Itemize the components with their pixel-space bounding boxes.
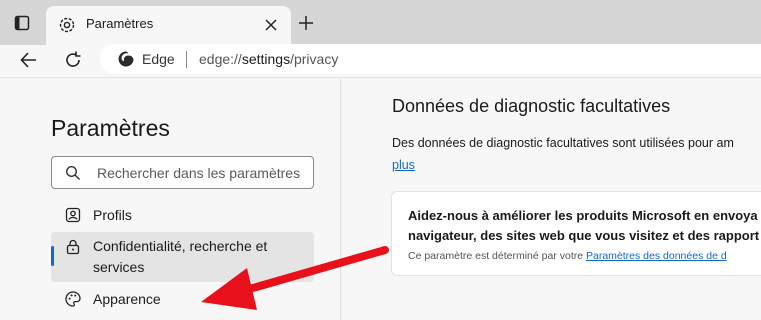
red-arrow-annotation (201, 246, 389, 310)
lock-icon (64, 238, 82, 256)
tab-strip: Paramètres (0, 0, 761, 45)
sidebar-item-profiles[interactable]: Profils (51, 204, 314, 228)
back-arrow-icon[interactable] (18, 49, 40, 71)
address-separator (186, 51, 187, 68)
toolbar: Edge edge://settings/privacy (0, 44, 761, 77)
page-title: Paramètres (51, 115, 170, 141)
search-placeholder: Rechercher dans les paramètres (97, 165, 301, 181)
address-bar[interactable]: Edge edge://settings/privacy (100, 44, 761, 74)
close-icon[interactable] (262, 16, 280, 34)
card-note: Ce paramètre est déterminé par votre Par… (408, 250, 727, 262)
card-title: Aidez-nous à améliorer les produits Micr… (408, 208, 760, 243)
data-settings-link[interactable]: Paramètres des données de d (586, 250, 727, 262)
learn-more-link[interactable]: plus (392, 158, 415, 172)
url-text[interactable]: edge://settings/privacy (199, 51, 338, 67)
profile-icon (64, 206, 82, 224)
sidebar-item-label: Apparence (93, 291, 161, 307)
section-description: Des données de diagnostic facultatives s… (392, 136, 734, 150)
sidebar-item-label: Profils (93, 207, 132, 223)
edge-logo-icon (117, 50, 135, 68)
diagnostic-card: Aidez-nous à améliorer les produits Micr… (391, 191, 761, 276)
site-label: Edge (142, 51, 175, 67)
tab-title: Paramètres (86, 16, 154, 31)
search-icon (65, 165, 81, 181)
section-title: Données de diagnostic facultatives (392, 96, 671, 116)
active-tab[interactable]: Paramètres (46, 6, 291, 45)
palette-icon (64, 290, 82, 308)
active-indicator (51, 246, 54, 266)
tab-actions-icon[interactable] (10, 11, 34, 35)
search-input[interactable]: Rechercher dans les paramètres (51, 156, 314, 189)
gear-icon (57, 15, 77, 35)
settings-page: Paramètres Rechercher dans les paramètre… (0, 77, 761, 320)
new-tab-icon[interactable] (296, 13, 316, 33)
refresh-icon[interactable] (62, 49, 84, 71)
